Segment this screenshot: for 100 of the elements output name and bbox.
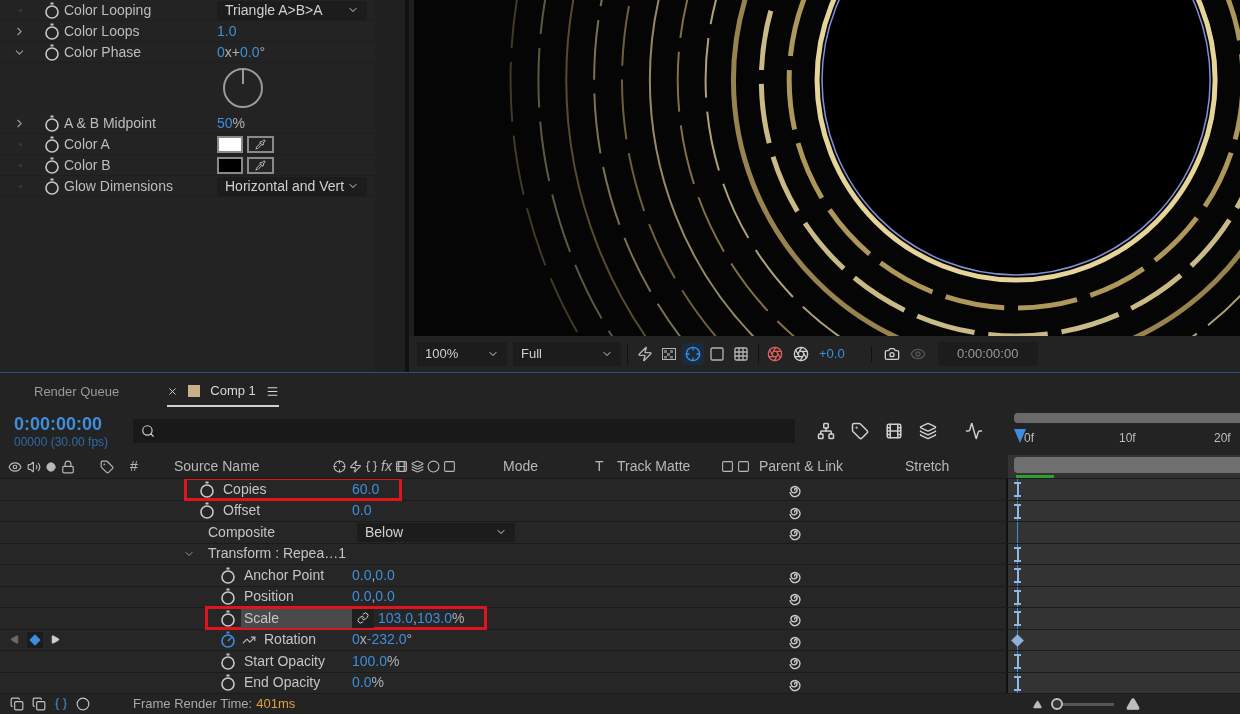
value-text[interactable]: 50 (217, 112, 233, 134)
property-name: Transform : Repea…1 (207, 544, 347, 564)
unit-text: ° (259, 42, 266, 62)
property-name: Offset (222, 501, 262, 521)
fx-label: fx (381, 457, 392, 476)
value-text[interactable]: 60.0 (352, 479, 380, 500)
status-label: Frame Render Time: (133, 695, 253, 714)
unit-text: , (413, 608, 417, 628)
stopwatch-icon[interactable] (220, 609, 236, 627)
stopwatch-icon[interactable] (44, 22, 60, 40)
stopwatch-icon[interactable] (220, 588, 236, 606)
keyframe-marker[interactable] (1011, 633, 1024, 647)
stopwatch-icon[interactable] (199, 480, 215, 498)
frame-icon[interactable] (709, 346, 725, 362)
dropdown[interactable]: Horizontal and Vert (217, 176, 367, 196)
dropdown[interactable]: Triangle A>B>A (217, 0, 367, 20)
column-label: T (595, 457, 605, 476)
graph-editor-icon[interactable] (965, 422, 983, 440)
value-text[interactable]: 0.0 (352, 672, 372, 694)
value-text[interactable]: 0.0 (375, 564, 395, 586)
ruler-label: 10f (1119, 430, 1136, 447)
stopwatch-icon[interactable] (44, 1, 60, 19)
property-label: A & B Midpoint (64, 113, 157, 133)
stopwatch-icon[interactable] (220, 631, 236, 649)
checkerboard-icon[interactable] (661, 346, 677, 362)
property-name: Composite (207, 522, 276, 542)
stopwatch-icon[interactable] (199, 502, 215, 520)
flowchart-icon[interactable] (817, 422, 835, 440)
unit-text: , (371, 565, 376, 585)
ruler-label: 20f (1214, 430, 1231, 447)
current-time[interactable]: 0:00:00:00 (14, 413, 133, 435)
keyframe-icon (29, 634, 41, 646)
value-text[interactable]: 0 (217, 41, 225, 63)
label-icon[interactable] (100, 459, 114, 474)
angle-dial[interactable] (222, 67, 264, 109)
playhead-icon[interactable] (1014, 429, 1026, 443)
property-label: Color B (64, 155, 112, 175)
stopwatch-icon[interactable] (44, 156, 60, 174)
lightning-icon[interactable] (637, 346, 653, 362)
constrain-toggle[interactable] (352, 608, 374, 628)
value-text[interactable]: 100.0 (352, 650, 388, 672)
exposure-value[interactable]: +0.0 (819, 344, 845, 364)
value-text[interactable]: -232.0 (366, 629, 407, 651)
unit-text: x (359, 630, 367, 650)
zoom-out-icon[interactable] (1033, 699, 1042, 709)
audio-icon[interactable] (27, 459, 41, 474)
search-icon (141, 424, 155, 438)
stopwatch-icon[interactable] (44, 135, 60, 153)
property-label: Glow Dimensions (64, 176, 174, 196)
frame-info: 00000 (30.00 fps) (14, 435, 110, 449)
link-icon (357, 612, 369, 625)
dropdown[interactable]: Below (357, 522, 515, 542)
unit-text: % (387, 651, 400, 671)
add-keyframe-button[interactable] (27, 631, 43, 648)
menu-icon[interactable] (265, 384, 279, 398)
resolution-dropdown[interactable]: Full (513, 342, 621, 366)
previous-keyframe-icon[interactable] (10, 635, 19, 645)
property-label: Color Loops (64, 21, 141, 41)
search-field[interactable] (133, 419, 795, 443)
property-name: Position (243, 587, 295, 607)
zoom-slider[interactable] (1054, 698, 1114, 710)
next-keyframe-icon[interactable] (51, 635, 60, 645)
grid-icon[interactable] (733, 346, 749, 362)
unit-text: % (371, 673, 384, 693)
zoom-dropdown[interactable]: 100% (417, 342, 507, 366)
column-label: Mode (503, 457, 540, 476)
value-text[interactable]: 1.0 (217, 20, 237, 42)
zoom-slider-thumb[interactable] (1051, 698, 1063, 710)
unit-text: % (232, 113, 246, 133)
value-text[interactable]: 0.0 (240, 41, 260, 63)
eyedropper-button[interactable] (247, 135, 274, 153)
column-label: # (130, 457, 139, 476)
camera-icon[interactable] (883, 346, 900, 362)
column-label: Parent & Link (759, 457, 845, 476)
value-text[interactable]: 103.0 (416, 607, 452, 629)
panel-tab[interactable]: Render Queue (34, 377, 120, 407)
stopwatch-icon[interactable] (220, 652, 236, 670)
value-text[interactable]: 103.0 (378, 607, 414, 629)
stopwatch-icon[interactable] (220, 566, 236, 584)
color-swatch[interactable] (217, 156, 243, 174)
panel-tab[interactable]: Comp 1 (167, 377, 279, 407)
stopwatch-icon[interactable] (44, 43, 60, 61)
timecode-field[interactable]: 0:00:00:00 (937, 342, 1038, 366)
eyedropper-button[interactable] (247, 156, 274, 174)
stopwatch-icon[interactable] (220, 674, 236, 692)
column-label: Track Matte (617, 457, 692, 476)
solo-icon[interactable] (46, 461, 56, 472)
stopwatch-icon[interactable] (44, 177, 60, 195)
value-text[interactable]: 0.0 (352, 500, 372, 522)
lock-icon[interactable] (61, 459, 75, 474)
color-swatch[interactable] (217, 135, 243, 153)
value-text[interactable]: 0.0 (375, 586, 395, 608)
render-time: 401ms (256, 695, 296, 714)
property-name: Anchor Point (243, 565, 326, 585)
close-icon[interactable] (167, 385, 179, 397)
video-icon[interactable] (8, 459, 22, 474)
property-name: Start Opacity (243, 651, 326, 671)
stopwatch-icon[interactable] (44, 114, 60, 132)
value-text[interactable]: 0 (352, 629, 360, 651)
zoom-in-icon[interactable] (1126, 697, 1140, 711)
